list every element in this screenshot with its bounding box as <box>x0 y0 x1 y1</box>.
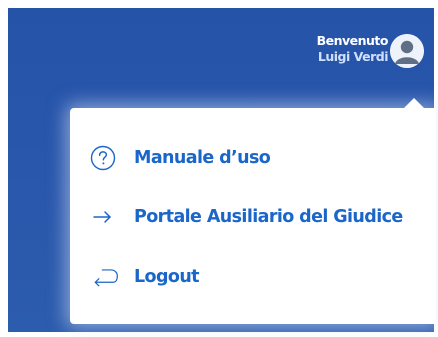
user-avatar-icon <box>390 34 424 68</box>
help-circle-icon <box>90 144 120 172</box>
user-name: Luigi Verdi <box>317 49 389 65</box>
menu-item-logout-label: Logout <box>134 267 200 287</box>
user-avatar-button[interactable] <box>390 34 424 68</box>
menu-item-manual-label: Manuale d’uso <box>134 148 271 168</box>
arrow-right-icon <box>90 203 120 231</box>
menu-item-logout[interactable]: Logout <box>90 263 200 291</box>
menu-item-portal[interactable]: Portale Ausiliario del Giudice <box>90 203 403 231</box>
logout-icon <box>90 263 120 291</box>
user-dropdown-menu: Manuale d’uso Portale Ausiliario del Giu… <box>70 98 436 324</box>
greeting-text: Benvenuto <box>316 33 389 48</box>
user-greeting: Benvenuto Luigi Verdi <box>316 33 389 65</box>
menu-item-portal-label: Portale Ausiliario del Giudice <box>134 207 403 227</box>
dropdown-caret <box>404 98 424 108</box>
menu-item-manual[interactable]: Manuale d’uso <box>90 144 271 172</box>
screenshot-frame: Benvenuto Luigi Verdi Manuale d’uso Port… <box>0 0 438 337</box>
